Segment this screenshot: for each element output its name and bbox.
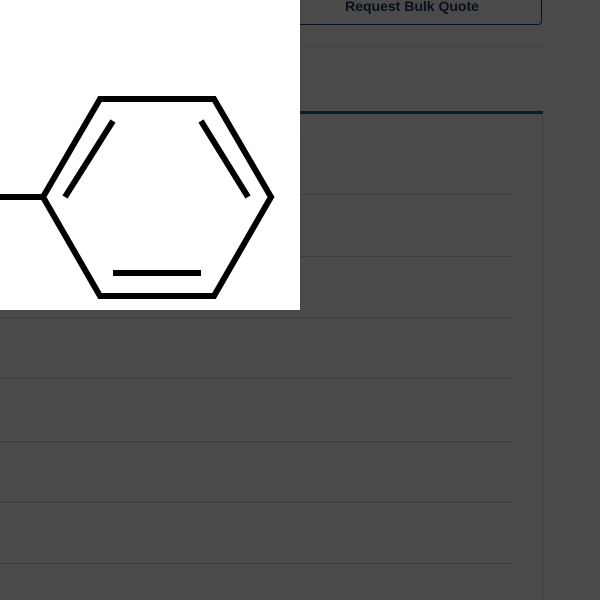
table-row-divider (0, 563, 512, 564)
request-bulk-quote-button[interactable]: Request Bulk Quote (282, 0, 542, 25)
section-divider (300, 46, 542, 47)
table-row-divider (0, 317, 512, 318)
active-tab-indicator (300, 111, 543, 114)
chemical-structure-image (0, 0, 300, 310)
table-row-divider (0, 378, 512, 379)
table-border (542, 114, 543, 600)
benzene-ring-icon (0, 96, 275, 299)
table-row-divider (0, 441, 512, 442)
table-row-divider (0, 502, 512, 503)
